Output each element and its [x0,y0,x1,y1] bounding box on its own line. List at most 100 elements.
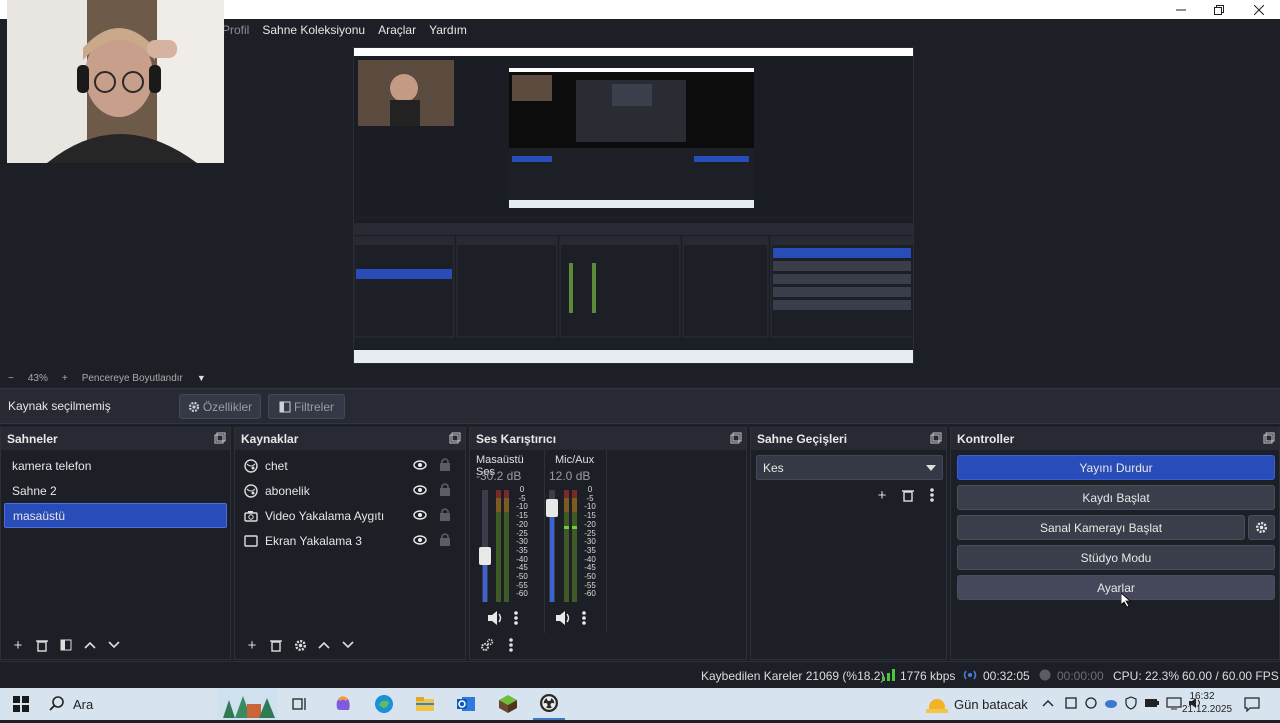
menu-scene-collection[interactable]: Sahne Koleksiyonu [262,23,365,37]
lock-icon[interactable] [439,482,451,496]
db-scale: 0 -5 -10 -15 -20 -25 -30 -35 -40 -45 -50 -55 -60 [511,485,533,599]
db-tick: -60 [584,589,596,599]
close-button[interactable] [1240,0,1278,19]
source-item[interactable]: Video Yakalama Aygıtı [235,503,465,528]
source-item[interactable]: Ekran Yakalama 3 [235,528,465,553]
lock-icon[interactable] [439,507,451,521]
battery-icon[interactable] [1144,696,1160,710]
copilot-icon[interactable] [327,688,359,720]
remove-scene-icon[interactable] [33,636,51,654]
recording-icon [1039,669,1051,681]
eye-icon[interactable] [413,533,427,547]
add-transition-icon[interactable]: + [873,486,891,504]
tray-shield-icon[interactable] [1124,696,1138,710]
tray-cloud-icon[interactable] [1104,696,1118,710]
outlook-icon[interactable] [450,688,482,720]
stop-streaming-button[interactable]: Yayını Durdur [957,455,1275,480]
system-tray [1042,696,1204,710]
clock[interactable]: 16:32 21.12.2025 [1182,690,1232,716]
scene-item[interactable]: Sahne 2 [4,478,227,503]
start-button[interactable] [5,688,37,720]
gear-icon [188,401,199,412]
browser-icon [243,483,259,499]
undock-icon[interactable] [449,432,461,444]
transition-select[interactable]: Kes [756,455,943,480]
minecraft-icon[interactable] [492,688,524,720]
channel-menu-icon[interactable] [513,610,519,626]
scene-item[interactable]: kamera telefon [4,453,227,478]
add-source-icon[interactable]: + [243,636,261,654]
volume-slider-track[interactable] [546,490,558,602]
tray-app-icon[interactable] [1064,696,1078,710]
lock-icon[interactable] [439,532,451,546]
undock-icon[interactable] [1263,432,1275,444]
scene-item-selected[interactable]: masaüstü [4,503,227,528]
zoom-out-button[interactable]: − [8,373,14,384]
undock-icon[interactable] [730,432,742,444]
source-item[interactable]: abonelik [235,478,465,503]
scenes-dock: Sahneler kamera telefon Sahne 2 masaüstü… [0,427,231,660]
stream-time: 00:32:05 [983,669,1030,683]
fit-to-window-label[interactable]: Pencereye Boyutlandır [82,373,183,384]
volume-slider-handle[interactable] [546,499,558,517]
windows-taskbar: Ara Gün batacak 16:32 21.12.2025 [0,688,1280,720]
remove-source-icon[interactable] [267,636,285,654]
move-down-icon[interactable] [339,636,357,654]
notification-icon[interactable] [1244,697,1260,712]
move-up-icon[interactable] [315,636,333,654]
speaker-icon[interactable] [487,610,503,626]
undock-icon[interactable] [214,432,226,444]
menu-help[interactable]: Yardım [429,23,467,37]
sources-header: Kaynaklar [235,428,465,450]
properties-button[interactable]: Özellikler [179,394,261,419]
channel-db: 12.0 dB [549,469,591,483]
maximize-button[interactable] [1200,0,1238,19]
remove-transition-icon[interactable] [899,486,917,504]
filters-button[interactable]: Filtreler [268,394,345,419]
scene-filters-icon[interactable] [57,636,75,654]
source-properties-icon[interactable] [291,636,309,654]
tray-sync-icon[interactable] [1084,696,1098,710]
weather-widget[interactable]: Gün batacak [926,695,1028,713]
move-down-icon[interactable] [105,636,123,654]
lock-icon[interactable] [439,457,451,471]
source-item[interactable]: chet [235,453,465,478]
dropped-frames: Kaybedilen Kareler 21069 (%18.2) [701,669,885,683]
start-recording-button[interactable]: Kaydı Başlat [957,485,1275,510]
edge-icon[interactable] [368,688,400,720]
settings-button[interactable]: Ayarlar [957,575,1275,600]
zoom-in-button[interactable]: + [62,373,68,384]
start-virtual-camera-button[interactable]: Sanal Kamerayı Başlat [957,515,1245,540]
task-view-icon[interactable] [284,688,316,720]
channel-menu-icon[interactable] [581,610,587,626]
speaker-icon[interactable] [555,610,571,626]
webcam-overlay [7,0,224,163]
mixer-menu-icon[interactable] [502,636,520,654]
zoom-dropdown-icon[interactable]: ▼ [197,373,206,383]
obs-taskbar-icon[interactable] [533,688,565,720]
move-up-icon[interactable] [81,636,99,654]
virtual-camera-settings-button[interactable] [1248,515,1275,540]
menu-profile[interactable]: Profil [222,23,249,37]
eye-icon[interactable] [413,458,427,472]
minimize-button[interactable] [1162,0,1200,19]
file-explorer-icon[interactable] [409,688,441,720]
properties-label: Özellikler [202,399,253,414]
network-icon[interactable] [1166,696,1182,710]
start-recording-label: Kaydı Başlat [1082,490,1150,505]
volume-slider-handle[interactable] [479,547,491,565]
chevron-up-icon[interactable] [1042,698,1054,708]
transition-menu-icon[interactable] [923,486,941,504]
recording-time: 00:00:00 [1057,669,1104,683]
menu-tools[interactable]: Araçlar [378,23,416,37]
program-preview[interactable] [353,47,914,364]
volume-slider-track[interactable] [479,490,491,602]
advanced-audio-icon[interactable] [478,636,496,654]
mixer-header: Ses Karıştırıcı [470,428,746,450]
taskbar-search[interactable]: Ara [49,696,93,712]
undock-icon[interactable] [930,432,942,444]
studio-mode-button[interactable]: Stüdyo Modu [957,545,1275,570]
eye-icon[interactable] [413,508,427,522]
add-scene-icon[interactable]: + [9,636,27,654]
eye-icon[interactable] [413,483,427,497]
